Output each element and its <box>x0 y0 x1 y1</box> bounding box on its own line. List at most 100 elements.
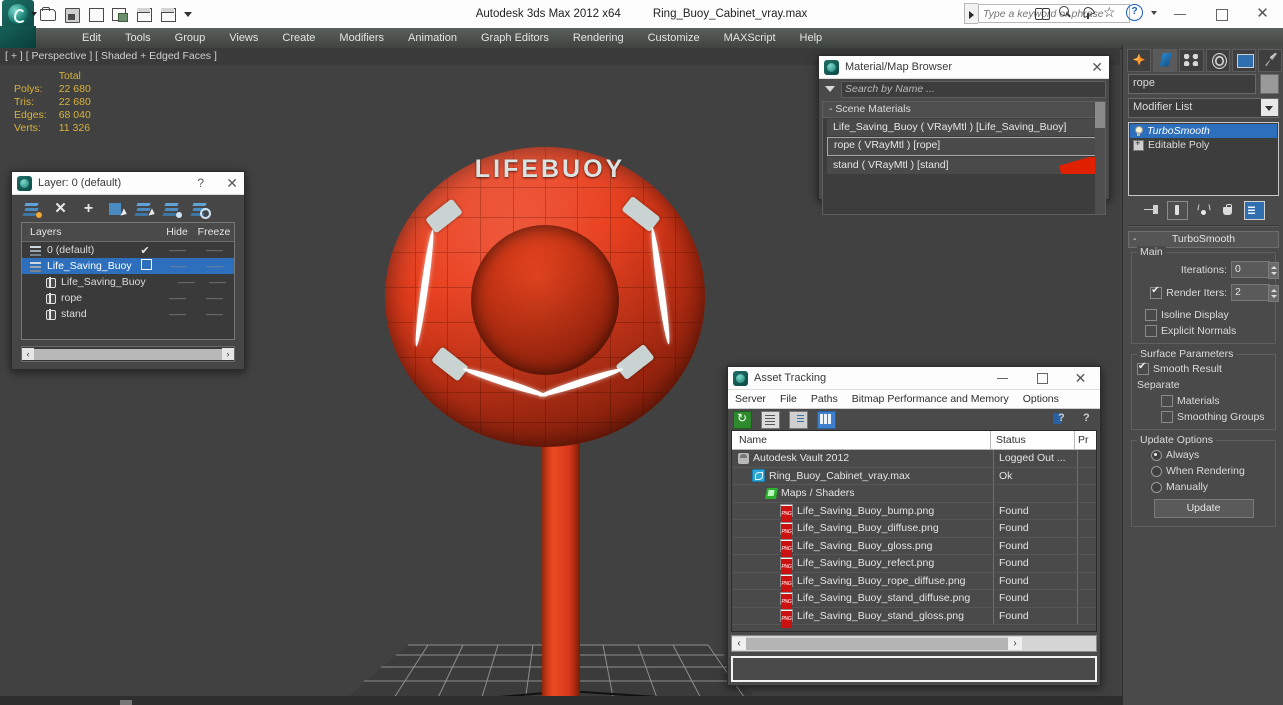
pin-stack-icon[interactable] <box>1142 202 1161 219</box>
update-radio[interactable] <box>1151 465 1162 477</box>
layer-dialog-help-button[interactable]: ? <box>197 172 204 194</box>
layer-hide-cell[interactable]: —— <box>160 309 194 319</box>
asset-menu-server[interactable]: Server <box>728 390 773 408</box>
modifier-stack[interactable]: TurboSmooth Editable Poly <box>1128 122 1279 196</box>
menu-item-modifiers[interactable]: Modifiers <box>327 28 396 48</box>
help-caret-icon[interactable] <box>1151 10 1157 15</box>
modify-tab[interactable] <box>1153 48 1178 72</box>
layer-dialog-close-button[interactable]: ✕ <box>226 172 238 194</box>
make-unique-icon[interactable] <box>1194 202 1213 219</box>
asset-tracking-minimize-button[interactable] <box>983 367 1022 389</box>
layer-row[interactable]: stand —— —— <box>22 306 234 322</box>
help-gray-icon[interactable] <box>1078 411 1094 427</box>
layer-freeze-cell[interactable]: —— <box>195 261 234 271</box>
material-item[interactable]: Life_Saving_Buoy ( VRayMtl ) [Life_Savin… <box>827 119 1101 136</box>
update-option-row[interactable]: When Rendering <box>1151 465 1270 477</box>
asset-menu-file[interactable]: File <box>773 390 804 408</box>
asset-horizontal-scrollbar[interactable]: ‹ › <box>731 635 1097 652</box>
menu-item-group[interactable]: Group <box>163 28 218 48</box>
layer-horizontal-scrollbar[interactable]: ‹ › <box>21 346 235 362</box>
layer-hide-cell[interactable]: —— <box>171 277 200 287</box>
asset-scroll-thumb[interactable] <box>746 637 1009 650</box>
layer-freeze-cell[interactable]: —— <box>194 245 234 255</box>
asset-row[interactable]: Life_Saving_Buoy_stand_diffuse.png Found <box>732 590 1096 611</box>
render-iters-checkbox[interactable] <box>1150 285 1163 299</box>
list-view-icon[interactable] <box>761 410 780 429</box>
help-blue-icon[interactable] <box>1053 411 1069 427</box>
create-tab[interactable] <box>1127 48 1152 72</box>
rollout-collapse-icon[interactable]: - <box>1133 232 1137 247</box>
material-browser-menu-caret-icon[interactable] <box>825 86 835 92</box>
asset-row[interactable]: Life_Saving_Buoy_gloss.png Found <box>732 537 1096 558</box>
object-name-input[interactable]: rope <box>1128 74 1256 94</box>
layer-current-check[interactable]: ✔ <box>130 244 160 257</box>
motion-tab[interactable] <box>1205 48 1230 72</box>
star-icon[interactable]: ☆ <box>1103 4 1119 21</box>
close-button[interactable]: ✕ <box>1242 0 1283 28</box>
select-objects-icon[interactable] <box>108 201 129 218</box>
menu-item-customize[interactable]: Customize <box>636 28 712 48</box>
maximize-button[interactable] <box>1201 0 1242 28</box>
set-current-icon[interactable] <box>192 201 211 219</box>
utilities-tab[interactable] <box>1257 48 1283 72</box>
layer-scroll-thumb[interactable] <box>34 348 222 360</box>
material-item[interactable]: rope ( VRayMtl ) [rope] <box>827 137 1101 156</box>
asset-row[interactable]: Ring_Buoy_Cabinet_vray.max Ok <box>732 467 1096 485</box>
layer-row[interactable]: rope —— —— <box>22 290 234 306</box>
asset-row[interactable]: Autodesk Vault 2012 Logged Out ... <box>732 450 1096 468</box>
asset-menu-bitmap-performance-and-memory[interactable]: Bitmap Performance and Memory <box>845 390 1016 408</box>
layer-current-check[interactable] <box>132 259 162 273</box>
menu-item-views[interactable]: Views <box>217 28 270 48</box>
menu-item-rendering[interactable]: Rendering <box>561 28 636 48</box>
iterations-stepper-icon[interactable] <box>1268 262 1279 279</box>
search-dropdown-icon[interactable] <box>964 3 978 24</box>
add-selection-icon[interactable] <box>164 201 182 218</box>
material-vertical-scrollbar[interactable] <box>1095 102 1105 214</box>
update-option-row[interactable]: Always <box>1151 449 1270 461</box>
layer-scroll-right-icon[interactable]: › <box>222 348 234 360</box>
object-color-swatch[interactable] <box>1260 74 1279 94</box>
menu-item-animation[interactable]: Animation <box>396 28 469 48</box>
layer-dialog[interactable]: Layer: 0 (default) ? ✕ ✕ + Layers Hide F… <box>11 171 245 370</box>
update-option-row[interactable]: Manually <box>1151 481 1270 493</box>
layer-hide-cell[interactable]: —— <box>160 245 194 255</box>
select-highlighted-icon[interactable] <box>136 201 157 218</box>
asset-tracking-maximize-button[interactable] <box>1022 367 1061 389</box>
asset-scroll-right-icon[interactable]: › <box>1008 637 1023 650</box>
smooth-result-checkbox[interactable] <box>1137 361 1149 375</box>
add-layer-icon[interactable]: + <box>80 200 97 217</box>
menu-item-help[interactable]: Help <box>788 28 835 48</box>
material-list[interactable]: - Scene Materials Life_Saving_Buoy ( VRa… <box>822 101 1106 215</box>
remove-modifier-icon[interactable] <box>1219 202 1238 219</box>
update-radio[interactable] <box>1151 449 1162 461</box>
materials-checkbox[interactable] <box>1161 395 1173 407</box>
material-browser-close-button[interactable]: ✕ <box>1091 56 1103 78</box>
iterations-spinner[interactable]: 0 <box>1231 261 1279 279</box>
new-layer-icon[interactable] <box>24 201 42 218</box>
render-iters-spinner[interactable]: 2 <box>1231 284 1279 302</box>
binoculars-icon[interactable] <box>1034 4 1050 21</box>
material-scroll-thumb[interactable] <box>1095 102 1105 128</box>
asset-row[interactable]: Life_Saving_Buoy_rope_diffuse.png Found <box>732 572 1096 593</box>
menu-item-maxscript[interactable]: MAXScript <box>712 28 788 48</box>
tree-view-icon[interactable] <box>789 410 808 429</box>
asset-tracking-close-button[interactable]: ✕ <box>1061 367 1100 389</box>
layer-row[interactable]: 0 (default) ✔ —— —— <box>22 242 234 258</box>
layer-hide-cell[interactable]: —— <box>160 293 194 303</box>
layer-freeze-cell[interactable]: —— <box>194 293 234 303</box>
layer-row[interactable]: Life_Saving_Buoy —— —— <box>22 274 234 290</box>
lightbulb-icon[interactable] <box>1133 125 1143 137</box>
asset-row[interactable]: Life_Saving_Buoy_bump.png Found <box>732 502 1096 523</box>
asset-row[interactable]: Maps / Shaders <box>732 485 1096 503</box>
menu-item-graph-editors[interactable]: Graph Editors <box>469 28 561 48</box>
display-tab[interactable] <box>1231 48 1256 72</box>
layer-list[interactable]: Layers Hide Freeze 0 (default) ✔ —— —— Life_… <box>21 222 235 340</box>
modifier-list-dropdown[interactable]: Modifier List <box>1128 98 1279 118</box>
layer-scroll-left-icon[interactable]: ‹ <box>22 348 34 360</box>
satellite-dish-icon[interactable] <box>1080 4 1096 21</box>
update-radio[interactable] <box>1151 481 1162 493</box>
refresh-icon[interactable] <box>733 410 752 429</box>
menu-item-tools[interactable]: Tools <box>113 28 163 48</box>
menu-item-edit[interactable]: Edit <box>70 28 113 48</box>
layer-hide-cell[interactable]: —— <box>161 261 194 271</box>
